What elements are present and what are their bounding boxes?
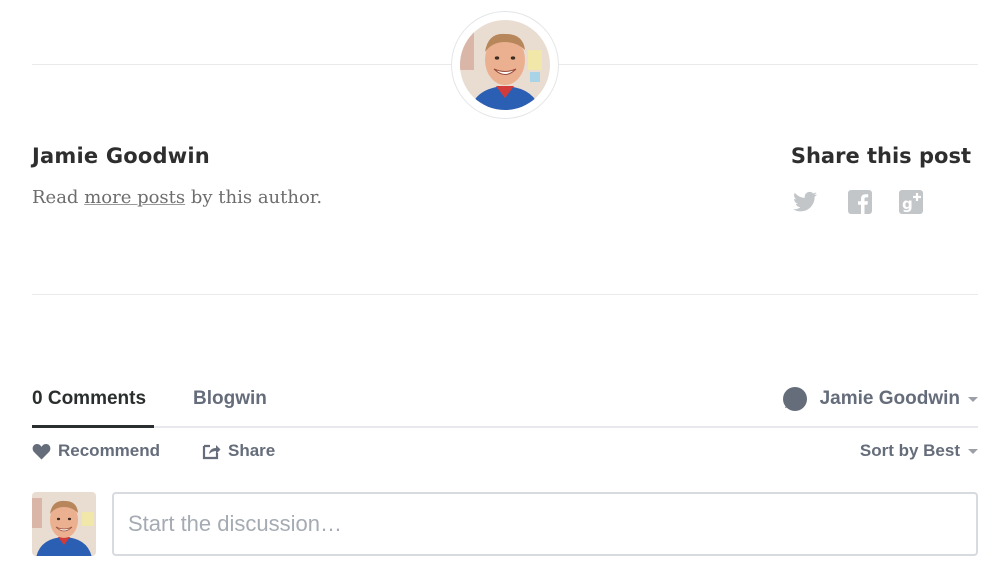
author-bio: Read more posts by this author.	[32, 187, 322, 208]
user-menu[interactable]: Jamie Goodwin	[782, 386, 978, 412]
sort-dropdown[interactable]: Sort by Best	[860, 441, 978, 461]
share-title: Share this post	[790, 144, 971, 168]
author-bio-suffix: by this author.	[185, 187, 323, 208]
author-bio-prefix: Read	[32, 187, 85, 208]
comment-input[interactable]	[112, 492, 978, 556]
recommend-button[interactable]: Recommend	[32, 441, 160, 461]
tab-forum[interactable]: Blogwin	[193, 388, 267, 410]
tab-comments[interactable]: 0 Comments	[32, 388, 154, 428]
google-plus-icon[interactable]: g	[897, 188, 925, 216]
comment-actions: Recommend Share Sort by Best	[32, 441, 978, 465]
heart-icon	[32, 443, 51, 459]
twitter-icon[interactable]	[791, 188, 819, 216]
speech-bubble-icon	[782, 387, 807, 411]
comments-nav: 0 Comments Blogwin Jamie Goodwin	[32, 384, 978, 428]
more-posts-link[interactable]: more posts	[84, 187, 185, 208]
share-icon	[202, 444, 221, 460]
share-label: Share	[228, 441, 276, 460]
svg-text:g: g	[902, 195, 913, 213]
user-photo	[32, 492, 96, 556]
user-avatar[interactable]	[32, 492, 96, 556]
chevron-down-icon	[968, 448, 978, 454]
author-name: Jamie Goodwin	[32, 144, 210, 168]
recommend-label: Recommend	[58, 441, 161, 460]
chevron-down-icon	[968, 396, 978, 402]
share-button[interactable]: Share	[202, 441, 275, 461]
username: Jamie Goodwin	[819, 388, 960, 409]
author-avatar	[451, 11, 559, 119]
sort-label: Sort by Best	[859, 441, 960, 460]
facebook-icon[interactable]	[846, 188, 874, 216]
author-photo	[460, 20, 550, 110]
divider-middle	[32, 294, 978, 295]
